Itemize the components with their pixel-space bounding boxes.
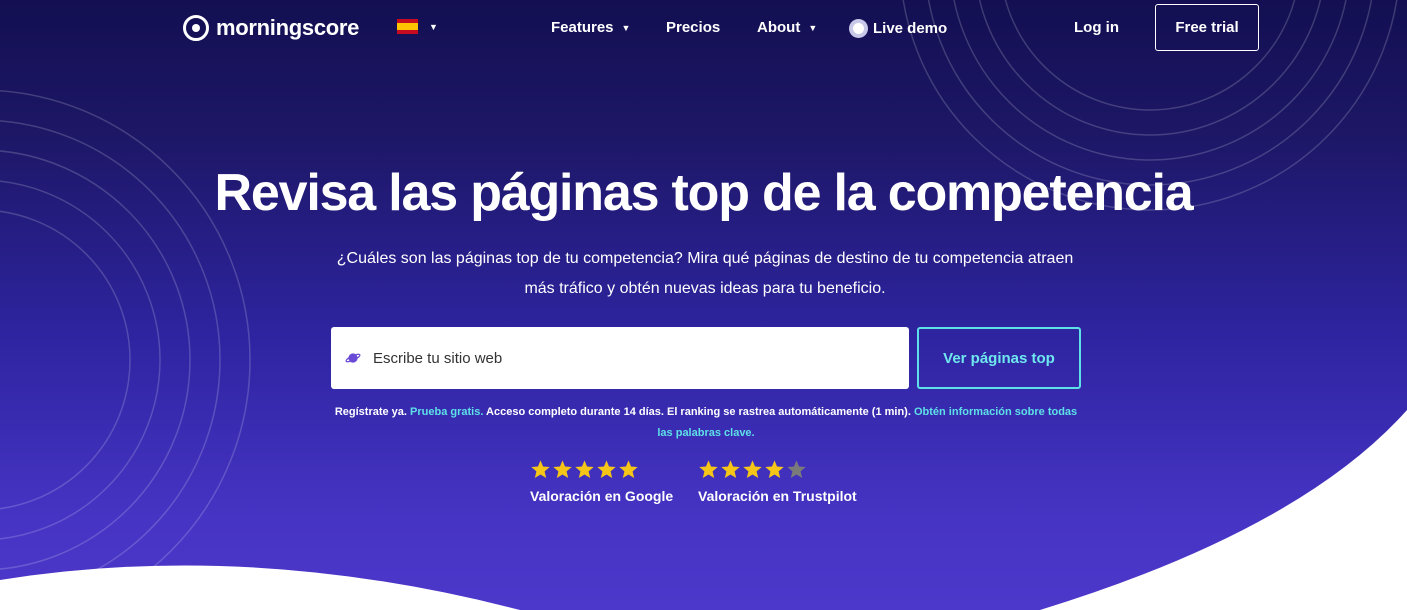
star-filled-icon bbox=[553, 460, 572, 478]
decorative-rings bbox=[0, 0, 1407, 610]
login-label: Log in bbox=[1074, 19, 1119, 36]
logo[interactable]: morningscore bbox=[183, 14, 359, 42]
nav-live-demo[interactable]: Live demo bbox=[849, 19, 947, 38]
chevron-down-icon: ▼ bbox=[808, 22, 818, 33]
website-search-field[interactable] bbox=[331, 327, 909, 389]
star-rating bbox=[530, 459, 673, 483]
trustpilot-rating: Valoración en Trustpilot bbox=[698, 459, 857, 504]
logo-mark-icon bbox=[183, 15, 209, 41]
live-dot-icon bbox=[849, 19, 868, 38]
nav-live-demo-label: Live demo bbox=[873, 20, 948, 37]
chevron-down-icon: ▼ bbox=[621, 22, 631, 33]
signup-fineprint: Regístrate ya. Prueba gratis. Acceso com… bbox=[328, 402, 1084, 444]
spain-flag-icon bbox=[397, 19, 418, 34]
star-filled-icon bbox=[597, 460, 616, 478]
trustpilot-rating-label: Valoración en Trustpilot bbox=[698, 488, 857, 504]
nav-features-label: Features bbox=[551, 19, 614, 36]
top-navigation: morningscore ▼ Features ▼ Precios About … bbox=[0, 0, 1407, 56]
free-trial-button[interactable]: Free trial bbox=[1155, 4, 1259, 51]
star-filled-icon bbox=[765, 460, 784, 478]
website-input[interactable] bbox=[373, 349, 873, 367]
chevron-down-icon: ▼ bbox=[429, 21, 438, 32]
google-rating-label: Valoración en Google bbox=[530, 488, 674, 504]
fineprint-text-1: Regístrate ya. bbox=[334, 406, 411, 418]
free-trial-label: Free trial bbox=[1175, 19, 1239, 36]
ver-paginas-top-button[interactable]: Ver páginas top bbox=[917, 327, 1081, 389]
nav-about-label: About bbox=[757, 19, 801, 36]
google-rating: Valoración en Google bbox=[530, 459, 673, 504]
login-link[interactable]: Log in bbox=[1074, 19, 1119, 36]
star-filled-icon bbox=[743, 460, 762, 478]
nav-precios[interactable]: Precios bbox=[666, 19, 720, 36]
nav-about[interactable]: About ▼ bbox=[757, 19, 817, 36]
planet-icon bbox=[345, 353, 361, 363]
star-filled-icon bbox=[531, 460, 550, 478]
star-filled-icon bbox=[699, 460, 718, 478]
star-rating bbox=[698, 459, 857, 483]
hero-section: morningscore ▼ Features ▼ Precios About … bbox=[0, 0, 1407, 610]
page-title: Revisa las páginas top de la competencia bbox=[214, 164, 1194, 222]
language-selector[interactable]: ▼ bbox=[397, 19, 438, 34]
star-empty-icon bbox=[787, 460, 806, 478]
logo-text: morningscore bbox=[216, 15, 360, 40]
nav-features[interactable]: Features ▼ bbox=[551, 19, 630, 36]
nav-precios-label: Precios bbox=[666, 19, 721, 36]
fineprint-text-2: Acceso completo durante 14 días. El rank… bbox=[483, 406, 914, 418]
free-trial-link[interactable]: Prueba gratis. bbox=[410, 406, 483, 418]
hero-subtitle: ¿Cuáles son las páginas top de tu compet… bbox=[336, 250, 1074, 297]
cta-label: Ver páginas top bbox=[943, 349, 1055, 367]
star-filled-icon bbox=[721, 460, 740, 478]
star-filled-icon bbox=[575, 460, 594, 478]
star-filled-icon bbox=[619, 460, 638, 478]
